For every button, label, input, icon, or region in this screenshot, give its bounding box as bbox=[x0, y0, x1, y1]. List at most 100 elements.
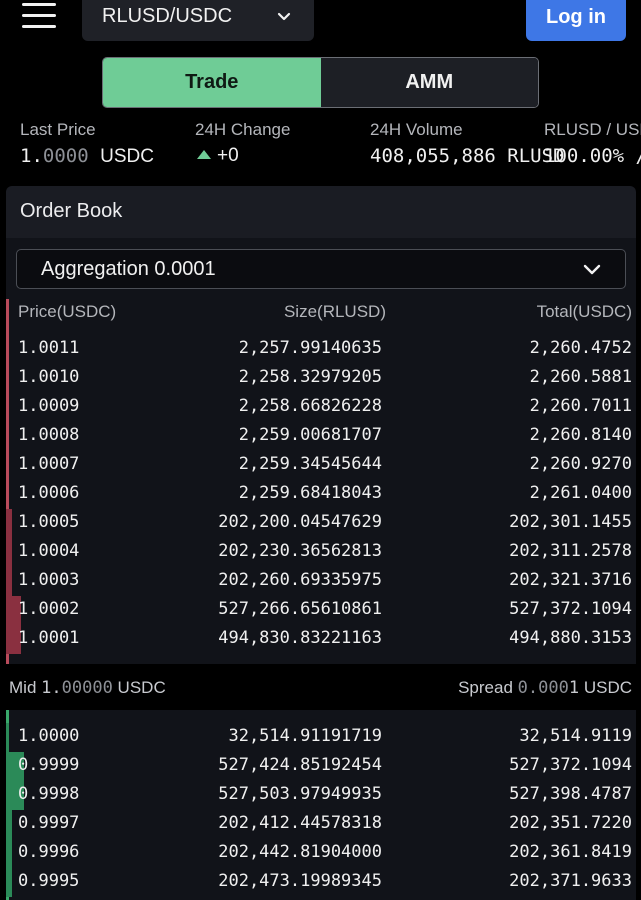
bid-size: 527,503.97949935 bbox=[218, 784, 382, 804]
volume-label: 24H Volume bbox=[370, 120, 463, 139]
ask-price: 1.0001 bbox=[18, 628, 80, 648]
ratio-value: 100.00% / bbox=[544, 145, 641, 167]
ask-size: 2,259.68418043 bbox=[238, 483, 382, 503]
ask-size: 202,260.69335975 bbox=[218, 570, 382, 590]
ratio-label: RLUSD / USD bbox=[544, 120, 641, 139]
ask-row[interactable]: 1.0007 2,259.34545644 2,260.9270 bbox=[6, 451, 636, 480]
aggregation-label: Aggregation 0.0001 bbox=[41, 258, 216, 280]
stat-ratio: RLUSD / USD 100.00% / bbox=[544, 118, 641, 170]
tab-trade[interactable]: Trade bbox=[103, 58, 321, 107]
ask-row[interactable]: 1.0010 2,258.32979205 2,260.5881 bbox=[6, 364, 636, 393]
ask-price: 1.0006 bbox=[18, 483, 80, 503]
ask-price: 1.0003 bbox=[18, 570, 80, 590]
ask-price: 1.0008 bbox=[18, 425, 80, 445]
bid-total: 32,514.9119 bbox=[519, 726, 632, 746]
chevron-down-icon bbox=[277, 12, 291, 21]
ask-row[interactable]: 1.0005 202,200.04547629 202,301.1455 bbox=[6, 509, 636, 538]
ask-size: 2,258.32979205 bbox=[238, 367, 382, 387]
ask-size: 202,230.36562813 bbox=[218, 541, 382, 561]
bid-total: 202,351.7220 bbox=[509, 813, 632, 833]
bid-price: 1.0000 bbox=[18, 726, 80, 746]
bid-depth-bar bbox=[6, 868, 12, 897]
ask-total: 2,260.5881 bbox=[529, 367, 632, 387]
ask-depth-bar bbox=[6, 567, 12, 596]
bid-size: 202,473.19989345 bbox=[218, 871, 382, 891]
bid-size: 202,412.44578318 bbox=[218, 813, 382, 833]
change-label: 24H Change bbox=[195, 120, 291, 139]
mid-price: Mid 1.00000 USDC bbox=[9, 678, 166, 698]
ask-size: 2,257.99140635 bbox=[238, 338, 382, 358]
stat-last-price: Last Price 1.0000 USDC bbox=[20, 118, 154, 170]
header: RLUSD/USDC Log in bbox=[0, 0, 641, 50]
ask-row[interactable]: 1.0002 527,266.65610861 527,372.1094 bbox=[6, 596, 636, 625]
ask-total: 2,260.4752 bbox=[529, 338, 632, 358]
hamburger-menu-icon[interactable] bbox=[22, 3, 56, 29]
login-button[interactable]: Log in bbox=[526, 0, 626, 41]
ask-total: 2,260.9270 bbox=[529, 454, 632, 474]
ask-row[interactable]: 1.0009 2,258.66826228 2,260.7011 bbox=[6, 393, 636, 422]
bid-price: 0.9995 bbox=[18, 871, 80, 891]
header-total: Total(USDC) bbox=[536, 302, 632, 321]
ask-row[interactable]: 1.0006 2,259.68418043 2,261.0400 bbox=[6, 480, 636, 509]
ask-row[interactable]: 1.0011 2,257.99140635 2,260.4752 bbox=[6, 335, 636, 364]
bid-depth-bar bbox=[6, 810, 12, 839]
bid-total: 202,371.9633 bbox=[509, 871, 632, 891]
triangle-up-icon bbox=[197, 150, 211, 159]
ask-row[interactable]: 1.0003 202,260.69335975 202,321.3716 bbox=[6, 567, 636, 596]
bid-depth-bar bbox=[6, 839, 12, 868]
mid-spread-bar: Mid 1.00000 USDC Spread 0.0001 USDC bbox=[0, 664, 641, 710]
ask-size: 2,258.66826228 bbox=[238, 396, 382, 416]
bid-row[interactable]: 0.9999 527,424.85192454 527,372.1094 bbox=[6, 752, 636, 781]
change-value: +0 bbox=[195, 142, 290, 170]
bid-row[interactable]: 0.9998 527,503.97949935 527,398.4787 bbox=[6, 781, 636, 810]
bid-row[interactable]: 1.0000 32,514.91191719 32,514.9119 bbox=[6, 723, 636, 752]
header-price: Price(USDC) bbox=[18, 302, 117, 321]
ask-total: 2,260.7011 bbox=[529, 396, 632, 416]
header-size: Size(RLUSD) bbox=[283, 302, 386, 321]
ask-size: 494,830.83221163 bbox=[218, 628, 382, 648]
bid-row[interactable]: 0.9997 202,412.44578318 202,351.7220 bbox=[6, 810, 636, 839]
bid-row[interactable]: 0.9996 202,442.81904000 202,361.8419 bbox=[6, 839, 636, 868]
bid-size: 32,514.91191719 bbox=[228, 726, 382, 746]
ask-row[interactable]: 1.0008 2,259.00681707 2,260.8140 bbox=[6, 422, 636, 451]
order-book-title: Order Book bbox=[20, 200, 123, 222]
bid-price: 0.9996 bbox=[18, 842, 80, 862]
ask-total: 2,260.8140 bbox=[529, 425, 632, 445]
bid-row[interactable]: 0.9995 202,473.19989345 202,371.9633 bbox=[6, 868, 636, 897]
ask-price: 1.0002 bbox=[18, 599, 80, 619]
stat-24h-volume: 24H Volume 408,055,886 RLUSD bbox=[370, 118, 565, 170]
ask-price: 1.0011 bbox=[18, 338, 80, 358]
tab-amm[interactable]: AMM bbox=[320, 58, 538, 107]
bid-total: 527,398.4787 bbox=[509, 784, 632, 804]
bid-price: 0.9999 bbox=[18, 755, 80, 775]
ask-total: 202,311.2578 bbox=[509, 541, 632, 561]
order-book-header: Order Book bbox=[6, 186, 636, 238]
aggregation-select[interactable]: Aggregation 0.0001 bbox=[16, 249, 626, 289]
volume-value: 408,055,886 RLUSD bbox=[370, 145, 565, 167]
bid-total: 202,361.8419 bbox=[509, 842, 632, 862]
ask-price: 1.0005 bbox=[18, 512, 80, 532]
last-price-value: 1.0000 USDC bbox=[20, 145, 154, 167]
bid-total: 527,372.1094 bbox=[509, 755, 632, 775]
chevron-down-icon bbox=[583, 264, 601, 275]
ask-price: 1.0010 bbox=[18, 367, 80, 387]
ask-size: 2,259.34545644 bbox=[238, 454, 382, 474]
pair-label: RLUSD/USDC bbox=[102, 5, 233, 27]
bid-price: 0.9997 bbox=[18, 813, 80, 833]
pair-selector[interactable]: RLUSD/USDC bbox=[82, 0, 314, 41]
ask-price: 1.0004 bbox=[18, 541, 80, 561]
bid-size: 202,442.81904000 bbox=[218, 842, 382, 862]
ask-total: 494,880.3153 bbox=[509, 628, 632, 648]
ask-price: 1.0007 bbox=[18, 454, 80, 474]
bid-price: 0.9998 bbox=[18, 784, 80, 804]
trade-amm-toggle: Trade AMM bbox=[102, 57, 539, 108]
ask-size: 2,259.00681707 bbox=[238, 425, 382, 445]
ask-total: 2,261.0400 bbox=[529, 483, 632, 503]
last-price-label: Last Price bbox=[20, 120, 96, 139]
bid-size: 527,424.85192454 bbox=[218, 755, 382, 775]
ask-row[interactable]: 1.0001 494,830.83221163 494,880.3153 bbox=[6, 625, 636, 654]
market-stats: Last Price 1.0000 USDC 24H Change +0 24H… bbox=[0, 118, 641, 174]
bid-depth-bar bbox=[6, 723, 9, 752]
ask-depth-bar bbox=[6, 538, 12, 567]
ask-row[interactable]: 1.0004 202,230.36562813 202,311.2578 bbox=[6, 538, 636, 567]
